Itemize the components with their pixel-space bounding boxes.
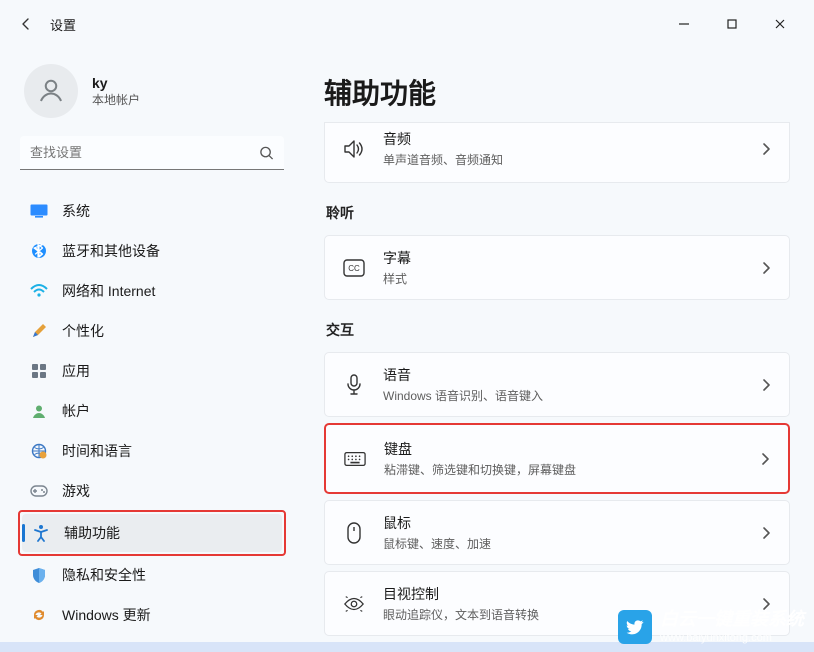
minimize-button[interactable]: [662, 9, 706, 39]
card-title: 音频: [383, 129, 743, 149]
sidebar-item-label: 游戏: [62, 481, 90, 501]
sidebar-item-label: 帐户: [62, 401, 90, 421]
sidebar-item-privacy[interactable]: 隐私和安全性: [20, 556, 284, 594]
avatar: [24, 64, 78, 118]
person-icon: [36, 76, 66, 106]
close-icon: [774, 18, 786, 30]
bird-icon: [625, 617, 645, 637]
watermark-text: 白云一键重装系统 www.baiyunxitong.com: [660, 610, 804, 644]
maximize-icon: [726, 18, 738, 30]
keyboard-icon: [344, 451, 366, 467]
maximize-button[interactable]: [710, 9, 754, 39]
sidebar-item-update[interactable]: Windows 更新: [20, 596, 284, 634]
shield-icon: [30, 566, 48, 584]
bluetooth-icon: [30, 242, 48, 260]
window-controls: [662, 9, 806, 39]
card-speech[interactable]: 语音 Windows 语音识别、语音键入: [324, 352, 790, 417]
minimize-icon: [678, 18, 690, 30]
watermark-badge: [618, 610, 652, 644]
microphone-icon: [343, 374, 365, 396]
monitor-icon: [30, 202, 48, 220]
speaker-icon: [343, 139, 365, 159]
sidebar-item-gaming[interactable]: 游戏: [20, 472, 284, 510]
card-sub: 样式: [383, 270, 743, 287]
profile-text: ky 本地帐户: [92, 75, 140, 108]
sidebar-item-accounts[interactable]: 帐户: [20, 392, 284, 430]
chevron-right-icon: [760, 452, 770, 466]
sidebar-item-network[interactable]: 网络和 Internet: [20, 272, 284, 310]
card-title: 目视控制: [383, 584, 743, 604]
card-sub: Windows 语音识别、语音键入: [383, 387, 743, 404]
sidebar-item-label: 个性化: [62, 321, 104, 341]
card-title: 键盘: [384, 439, 742, 459]
card-text: 语音 Windows 语音识别、语音键入: [383, 365, 743, 404]
wifi-icon: [30, 282, 48, 300]
accessibility-icon: [32, 524, 50, 542]
chevron-right-icon: [761, 378, 771, 392]
close-button[interactable]: [758, 9, 802, 39]
update-icon: [30, 606, 48, 624]
sidebar-highlight: 辅助功能: [18, 510, 286, 556]
card-keyboard[interactable]: 键盘 粘滞键、筛选键和切换键，屏幕键盘: [324, 423, 790, 494]
page-title: 辅助功能: [324, 72, 790, 112]
mouse-icon: [343, 522, 365, 544]
eye-icon: [343, 595, 365, 613]
chevron-right-icon: [761, 142, 771, 156]
card-title: 语音: [383, 365, 743, 385]
search-icon[interactable]: [259, 146, 274, 161]
card-sub: 鼠标键、速度、加速: [383, 535, 743, 552]
section-interact: 交互: [326, 320, 790, 340]
sidebar-item-personalization[interactable]: 个性化: [20, 312, 284, 350]
sidebar-item-label: Windows 更新: [62, 605, 151, 625]
card-text: 键盘 粘滞键、筛选键和切换键，屏幕键盘: [384, 439, 742, 478]
sidebar-item-apps[interactable]: 应用: [20, 352, 284, 390]
globe-clock-icon: [30, 442, 48, 460]
sidebar-item-label: 辅助功能: [64, 523, 120, 543]
card-text: 鼠标 鼠标键、速度、加速: [383, 513, 743, 552]
apps-icon: [30, 362, 48, 380]
chevron-right-icon: [761, 261, 771, 275]
arrow-left-icon: [18, 16, 34, 32]
sidebar: ky 本地帐户 系统 蓝牙和其他设备 网络和 Internet: [0, 48, 300, 652]
card-mouse[interactable]: 鼠标 鼠标键、速度、加速: [324, 500, 790, 565]
card-sub: 单声道音频、音频通知: [383, 151, 743, 168]
gaming-icon: [30, 482, 48, 500]
svg-text:CC: CC: [348, 264, 360, 273]
search-input[interactable]: [20, 136, 284, 170]
card-title: 字幕: [383, 248, 743, 268]
sidebar-item-label: 应用: [62, 361, 90, 381]
sidebar-item-label: 蓝牙和其他设备: [62, 241, 160, 261]
sidebar-item-label: 时间和语言: [62, 441, 132, 461]
sidebar-item-time-language[interactable]: 时间和语言: [20, 432, 284, 470]
card-title: 鼠标: [383, 513, 743, 533]
sidebar-item-label: 隐私和安全性: [62, 565, 146, 585]
watermark-line2: www.baiyunxitong.com: [660, 632, 804, 644]
watermark: 白云一键重装系统 www.baiyunxitong.com: [618, 610, 804, 644]
back-button[interactable]: [8, 6, 44, 42]
sidebar-item-bluetooth[interactable]: 蓝牙和其他设备: [20, 232, 284, 270]
main: 辅助功能 音频 单声道音频、音频通知 聆听 CC 字幕 样式 交互 语音 Win…: [300, 48, 814, 652]
card-text: 字幕 样式: [383, 248, 743, 287]
card-text: 音频 单声道音频、音频通知: [383, 129, 743, 168]
captions-icon: CC: [343, 259, 365, 277]
card-sub: 粘滞键、筛选键和切换键，屏幕键盘: [384, 461, 742, 478]
paintbrush-icon: [30, 322, 48, 340]
titlebar: 设置: [0, 0, 814, 48]
window-title: 设置: [50, 15, 76, 34]
account-icon: [30, 402, 48, 420]
section-listen: 聆听: [326, 203, 790, 223]
chevron-right-icon: [761, 526, 771, 540]
profile[interactable]: ky 本地帐户: [20, 56, 284, 136]
search-container: [20, 136, 284, 170]
sidebar-item-label: 网络和 Internet: [62, 281, 155, 301]
card-audio[interactable]: 音频 单声道音频、音频通知: [324, 122, 790, 183]
sidebar-item-label: 系统: [62, 201, 90, 221]
card-captions[interactable]: CC 字幕 样式: [324, 235, 790, 300]
nav: 系统 蓝牙和其他设备 网络和 Internet 个性化 应用 帐户: [20, 192, 284, 634]
profile-name: ky: [92, 75, 140, 91]
profile-sub: 本地帐户: [92, 91, 140, 108]
watermark-line1: 白云一键重装系统: [660, 610, 804, 630]
sidebar-item-accessibility[interactable]: 辅助功能: [22, 514, 282, 552]
sidebar-item-system[interactable]: 系统: [20, 192, 284, 230]
